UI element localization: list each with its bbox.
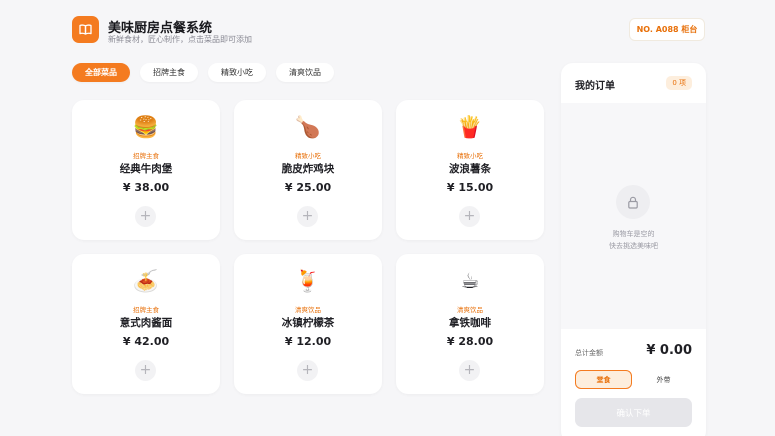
item-price: ¥ 12.00 [284, 335, 332, 348]
item-name: 波浪薯条 [449, 163, 491, 175]
submit-order-button[interactable]: 确认下单 [575, 398, 692, 427]
cart-empty-state: 购物车是空的 快去挑选美味吧 [561, 103, 706, 329]
item-name: 脆皮炸鸡块 [281, 163, 335, 175]
lock-icon [616, 185, 650, 219]
category-tabs: 全部菜品 招牌主食 精致小吃 清爽饮品 [72, 63, 334, 82]
menu-item-card[interactable]: 🍗 精致小吃 脆皮炸鸡块 ¥ 25.00 + [234, 100, 382, 240]
item-category: 招牌主食 [133, 152, 159, 160]
item-price: ¥ 38.00 [122, 181, 170, 194]
item-name: 拿铁咖啡 [449, 317, 491, 329]
order-title: 我的订单 [575, 81, 615, 92]
dining-mode-toggle: 堂食 外带 [575, 370, 692, 389]
item-name: 意式肉酱面 [119, 317, 173, 329]
menu-item-card[interactable]: ☕ 清爽饮品 拿铁咖啡 ¥ 28.00 + [396, 254, 544, 394]
add-item-button[interactable]: + [135, 206, 156, 227]
add-item-button[interactable]: + [459, 206, 480, 227]
spaghetti-icon: 🍝 [132, 269, 160, 293]
item-category: 清爽饮品 [457, 306, 483, 314]
item-price: ¥ 25.00 [284, 181, 332, 194]
tropical-drink-icon: 🍹 [294, 269, 322, 293]
tab-snacks[interactable]: 精致小吃 [208, 63, 266, 82]
item-price: ¥ 42.00 [122, 335, 170, 348]
app-subtitle: 新鲜食材，匠心制作，点击菜品即可添加 [108, 35, 252, 44]
add-item-button[interactable]: + [297, 360, 318, 381]
book-icon [79, 24, 92, 35]
app-header: 美味厨房点餐系统 新鲜食材，匠心制作，点击菜品即可添加 NO. A088 柜台 [72, 16, 705, 46]
add-item-button[interactable]: + [459, 360, 480, 381]
fries-icon: 🍟 [456, 115, 484, 139]
empty-cart-line2: 快去挑选美味吧 [609, 242, 658, 250]
add-item-button[interactable]: + [135, 360, 156, 381]
item-category: 招牌主食 [133, 306, 159, 314]
item-category: 精致小吃 [457, 152, 483, 160]
menu-item-card[interactable]: 🍔 招牌主食 经典牛肉堡 ¥ 38.00 + [72, 100, 220, 240]
total-label: 总计金额 [575, 349, 603, 357]
takeaway-button[interactable]: 外带 [635, 370, 692, 389]
menu-item-card[interactable]: 🍟 精致小吃 波浪薯条 ¥ 15.00 + [396, 100, 544, 240]
tab-drinks[interactable]: 清爽饮品 [276, 63, 334, 82]
item-category: 精致小吃 [295, 152, 321, 160]
coffee-icon: ☕ [460, 269, 480, 293]
menu-item-card[interactable]: 🍹 清爽饮品 冰镇柠檬茶 ¥ 12.00 + [234, 254, 382, 394]
add-item-button[interactable]: + [297, 206, 318, 227]
dine-in-button[interactable]: 堂食 [575, 370, 632, 389]
empty-cart-line1: 购物车是空的 [612, 230, 655, 238]
total-amount: ¥ 0.00 [646, 343, 692, 358]
item-name: 冰镇柠檬茶 [281, 317, 335, 329]
tab-signature-mains[interactable]: 招牌主食 [140, 63, 198, 82]
logo [72, 16, 99, 43]
item-price: ¥ 28.00 [446, 335, 494, 348]
empty-cart-message: 购物车是空的 快去挑选美味吧 [561, 228, 706, 252]
burger-icon: 🍔 [132, 115, 160, 139]
chicken-leg-icon: 🍗 [294, 115, 322, 139]
order-panel: 我的订单 0 项 购物车是空的 快去挑选美味吧 总计金额 ¥ 0.00 堂食 外… [561, 63, 706, 436]
item-name: 经典牛肉堡 [119, 163, 173, 175]
menu-item-card[interactable]: 🍝 招牌主食 意式肉酱面 ¥ 42.00 + [72, 254, 220, 394]
item-category: 清爽饮品 [295, 306, 321, 314]
table-number-badge: NO. A088 柜台 [629, 18, 705, 41]
tab-all[interactable]: 全部菜品 [72, 63, 130, 82]
item-price: ¥ 15.00 [446, 181, 494, 194]
item-count-badge: 0 项 [666, 76, 692, 90]
